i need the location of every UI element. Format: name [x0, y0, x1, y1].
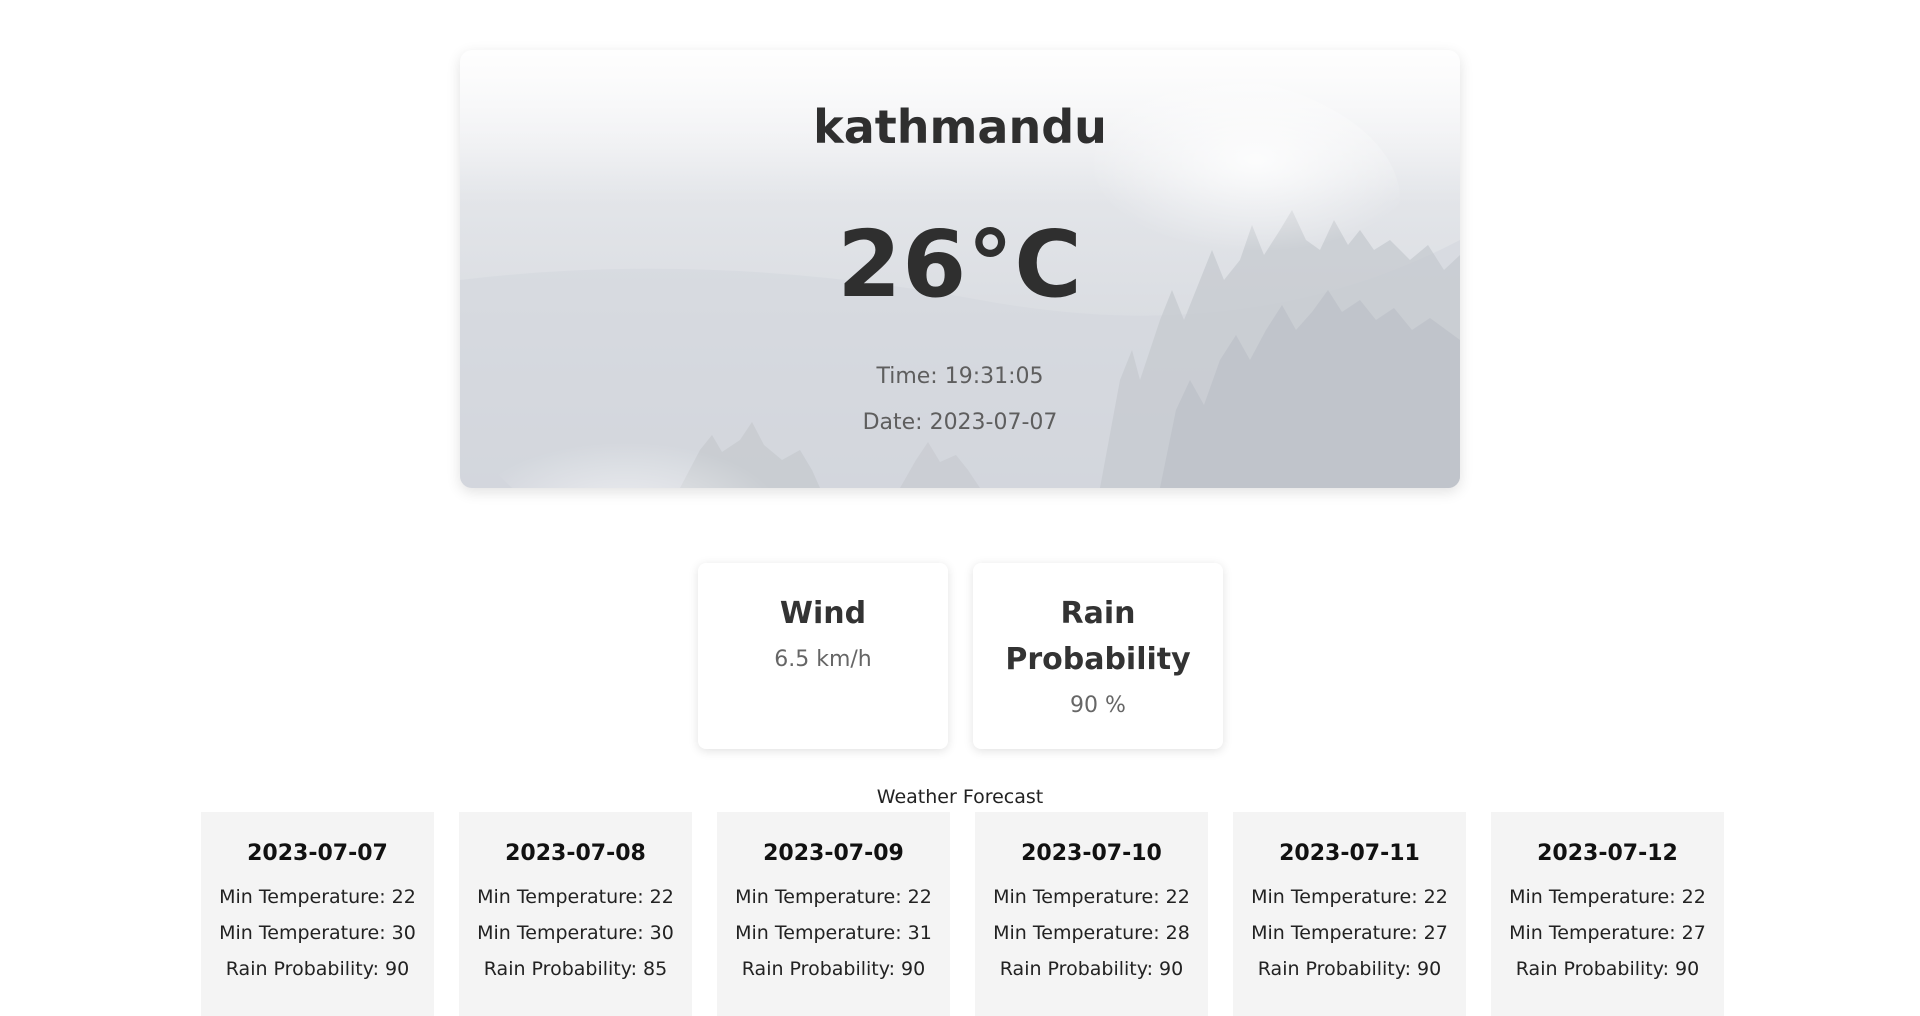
current-time: Time: 19:31:05	[876, 364, 1044, 389]
forecast-date: 2023-07-07	[247, 841, 388, 866]
forecast-list: 2023-07-07 Min Temperature: 22 Min Tempe…	[201, 812, 1731, 1016]
forecast-min-temp: Min Temperature: 22	[735, 886, 932, 908]
forecast-rain-probability: Rain Probability: 85	[483, 958, 668, 980]
forecast-rain-probability: Rain Probability: 90	[999, 958, 1184, 980]
forecast-heading: Weather Forecast	[876, 786, 1044, 808]
forecast-rain-probability: Rain Probability: 90	[1257, 958, 1442, 980]
wind-value: 6.5 km/h	[774, 647, 872, 672]
forecast-date: 2023-07-11	[1279, 841, 1420, 866]
forecast-max-temp: Min Temperature: 30	[219, 922, 416, 944]
forecast-max-temp: Min Temperature: 31	[735, 922, 932, 944]
forecast-max-temp: Min Temperature: 27	[1509, 922, 1706, 944]
forecast-max-temp: Min Temperature: 28	[993, 922, 1190, 944]
current-temperature: 26°C	[837, 211, 1083, 318]
forecast-card: 2023-07-08 Min Temperature: 22 Min Tempe…	[459, 812, 692, 1016]
wind-title: Wind	[779, 596, 867, 631]
current-date: Date: 2023-07-07	[862, 410, 1058, 435]
forecast-min-temp: Min Temperature: 22	[477, 886, 674, 908]
forecast-card: 2023-07-09 Min Temperature: 22 Min Tempe…	[717, 812, 950, 1016]
forecast-date: 2023-07-10	[1021, 841, 1162, 866]
forecast-min-temp: Min Temperature: 22	[993, 886, 1190, 908]
forecast-min-temp: Min Temperature: 22	[1251, 886, 1448, 908]
rain-probability-card: Rain Probability 90 %	[973, 563, 1223, 749]
forecast-min-temp: Min Temperature: 22	[219, 886, 416, 908]
forecast-rain-probability: Rain Probability: 90	[1515, 958, 1700, 980]
forecast-date: 2023-07-08	[505, 841, 646, 866]
forecast-date: 2023-07-09	[763, 841, 904, 866]
info-cards: Wind 6.5 km/h Rain Probability 90 %	[698, 563, 1223, 751]
forecast-max-temp: Min Temperature: 30	[477, 922, 674, 944]
current-weather-card: kathmandu 26°C Time: 19:31:05 Date: 2023…	[460, 50, 1460, 488]
forecast-rain-probability: Rain Probability: 90	[225, 958, 410, 980]
forecast-max-temp: Min Temperature: 27	[1251, 922, 1448, 944]
wind-card: Wind 6.5 km/h	[698, 563, 948, 749]
rain-probability-value: 90 %	[1070, 693, 1126, 718]
forecast-rain-probability: Rain Probability: 90	[741, 958, 926, 980]
forecast-card: 2023-07-11 Min Temperature: 22 Min Tempe…	[1233, 812, 1466, 1016]
forecast-card: 2023-07-10 Min Temperature: 22 Min Tempe…	[975, 812, 1208, 1016]
forecast-min-temp: Min Temperature: 22	[1509, 886, 1706, 908]
forecast-card: 2023-07-12 Min Temperature: 22 Min Tempe…	[1491, 812, 1724, 1016]
weather-page: kathmandu 26°C Time: 19:31:05 Date: 2023…	[0, 0, 1920, 1016]
rain-probability-title: Rain Probability	[1005, 596, 1191, 677]
current-weather-content: kathmandu 26°C Time: 19:31:05 Date: 2023…	[460, 50, 1460, 446]
forecast-card: 2023-07-07 Min Temperature: 22 Min Tempe…	[201, 812, 434, 1016]
forecast-date: 2023-07-12	[1537, 841, 1678, 866]
city-name: kathmandu	[813, 100, 1107, 154]
